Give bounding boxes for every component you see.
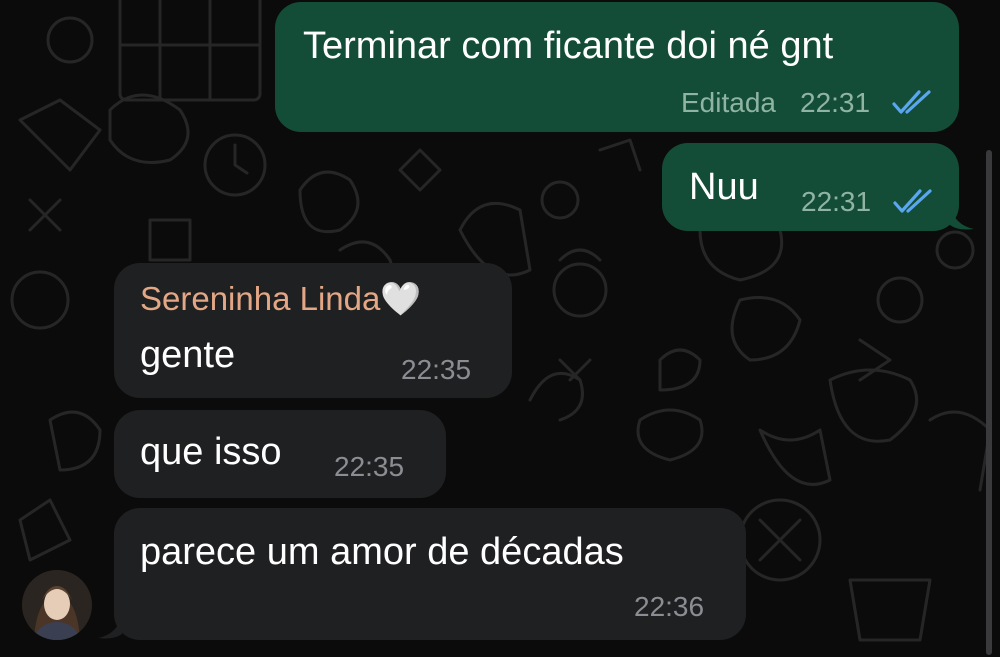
message-time: 22:31 — [800, 87, 871, 118]
message-bubble-incoming[interactable]: que isso 22:35 — [114, 410, 446, 498]
bubble-tail — [950, 205, 974, 230]
contact-avatar[interactable] — [22, 570, 92, 640]
message-text: Nuu — [689, 166, 759, 208]
message-time: 22:35 — [401, 354, 472, 385]
bubble-tail — [98, 614, 122, 639]
avatar-portrait-icon — [22, 570, 92, 640]
message-time: 22:35 — [334, 451, 405, 482]
message-bubble-incoming[interactable]: Sereninha Linda🤍 gente 22:35 — [114, 263, 512, 398]
message-bubble-incoming[interactable]: parece um amor de décadas 22:36 — [114, 508, 746, 640]
sender-name[interactable]: Sereninha Linda🤍 — [140, 281, 421, 317]
message-text: gente — [140, 334, 236, 376]
message-text: parece um amor de décadas — [140, 531, 624, 573]
scrollbar[interactable] — [986, 150, 992, 655]
message-time: 22:31 — [801, 186, 872, 217]
message-bubble-outgoing[interactable]: Nuu 22:31 — [662, 143, 959, 231]
message-time: 22:36 — [634, 591, 705, 622]
message-text: Terminar com ficante doi né gnt — [303, 25, 834, 67]
double-check-read-icon — [893, 189, 932, 213]
message-bubble-outgoing[interactable]: Terminar com ficante doi né gnt Editada … — [275, 2, 959, 132]
double-check-read-icon — [892, 90, 931, 114]
message-text: que isso — [140, 431, 282, 473]
edited-label: Editada — [681, 87, 776, 118]
